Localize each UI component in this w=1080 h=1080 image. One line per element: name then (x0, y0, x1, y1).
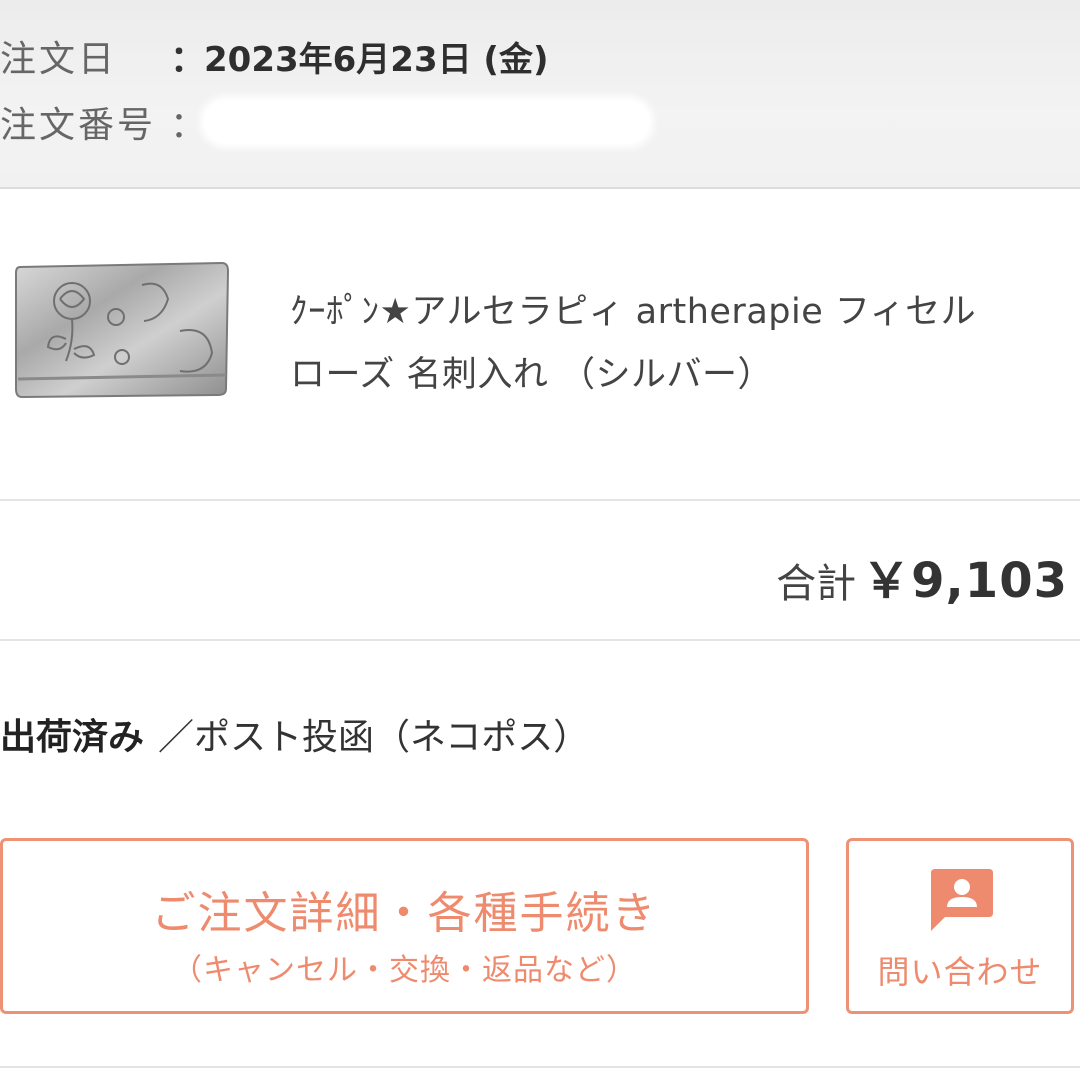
total-label: 合計 (776, 561, 857, 607)
shipping-status: 出荷済み ／ポスト投函（ネコポス） (0, 706, 589, 762)
product-name-line-2[interactable]: ローズ 名刺入れ （シルバー） (290, 344, 1060, 407)
order-details-button[interactable]: ご注文詳細・各種手続き （キャンセル・交換・返品など） (0, 838, 809, 1014)
chat-person-icon (931, 869, 993, 931)
order-total-row: 合計 ￥9,103 (0, 501, 1080, 641)
order-header: 注文日 ： 2023年6月23日 (金) 注文番号 ： (0, 0, 1080, 189)
product-item[interactable]: ｸｰﾎﾟﾝ★アルセラピィ artherapie フィセル ローズ 名刺入れ （シ… (0, 189, 1080, 501)
order-date-value: 2023年6月23日 (金) (204, 39, 549, 80)
shipping-method: ／ポスト投函（ネコポス） (158, 717, 590, 758)
product-name-line-1[interactable]: ｸｰﾎﾟﾝ★アルセラピィ artherapie フィセル (290, 281, 1060, 344)
shipping-status-label: 出荷済み (0, 717, 145, 758)
order-details-title: ご注文詳細・各種手続き (151, 888, 658, 939)
product-thumbnail[interactable] (12, 261, 232, 401)
order-history-screen: 注文日 ： 2023年6月23日 (金) 注文番号 ： ｸｰﾎﾟﾝ★アルセラピィ… (0, 0, 1080, 1080)
inquiry-button[interactable]: 問い合わせ (846, 838, 1074, 1014)
bottom-divider (0, 1066, 1080, 1068)
order-number-row: 注文番号 ： (0, 92, 650, 152)
total-amount: ￥9,103 (862, 553, 1068, 609)
order-date-label: 注文日 (0, 39, 118, 80)
order-details-subtitle: （キャンセル・交換・返品など） (172, 953, 637, 988)
order-date-row: 注文日 ： 2023年6月23日 (金) (0, 26, 549, 86)
order-number-label: 注文番号 (0, 105, 157, 146)
inquiry-label: 問い合わせ (877, 953, 1043, 991)
order-number-redaction (204, 100, 650, 144)
product-name[interactable]: ｸｰﾎﾟﾝ★アルセラピィ artherapie フィセル ローズ 名刺入れ （シ… (290, 281, 1060, 407)
order-date-colon: ： (170, 39, 207, 80)
order-total: 合計 ￥9,103 (776, 541, 1068, 611)
order-number-colon: ： (170, 105, 207, 146)
